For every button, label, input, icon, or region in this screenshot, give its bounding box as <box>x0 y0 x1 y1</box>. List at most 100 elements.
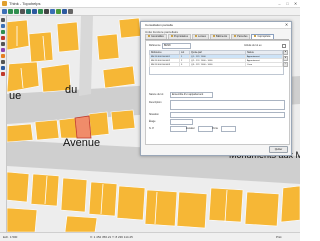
parcel <box>7 171 30 203</box>
parcel <box>116 185 146 221</box>
print-icon[interactable] <box>44 9 49 14</box>
app-icon <box>2 1 7 6</box>
tab-label: Propriétaires <box>173 35 188 38</box>
measure-icon[interactable] <box>38 9 43 14</box>
parcel <box>88 111 110 137</box>
tab-icon <box>148 35 150 38</box>
tab-icon <box>234 35 237 38</box>
tab-parcelles[interactable]: Parcelles <box>231 34 251 39</box>
tab-generalites[interactable]: Généralités <box>145 34 167 39</box>
parcel <box>64 215 98 232</box>
save-icon[interactable] <box>50 9 55 14</box>
parcel <box>34 119 60 141</box>
hand-icon[interactable] <box>1 24 5 28</box>
copropriete-panel: Référence BM18 Intitulé du lot ex. Référ… <box>145 40 290 145</box>
selected-parcel[interactable] <box>74 115 92 139</box>
tab-locaux[interactable]: Locaux <box>191 34 210 39</box>
number-label: N. P. <box>149 127 155 130</box>
table-row[interactable]: BM 18 0001 A 0003 3 Q3 - 1/2 / 1000 - 10… <box>149 62 283 67</box>
cell-lot: 3 <box>179 62 190 67</box>
tab-copropriete[interactable]: Copropriété <box>251 34 274 39</box>
left-toolbar <box>0 16 7 232</box>
marker-icon[interactable] <box>1 36 5 40</box>
tab-batiments[interactable]: Bâtiments <box>210 34 231 39</box>
parcel <box>144 189 178 227</box>
arrow-icon[interactable] <box>1 18 5 22</box>
grid-side-buttons: ▲ ▼ + <box>283 50 288 68</box>
zoom-in-icon[interactable] <box>8 9 13 14</box>
minimize-button[interactable]: – <box>277 1 282 6</box>
porte-field[interactable] <box>221 126 236 132</box>
layers-icon[interactable] <box>26 9 31 14</box>
reference-field[interactable]: BM18 <box>162 43 191 49</box>
tab-label: Locaux <box>197 35 207 38</box>
search-icon[interactable] <box>68 9 73 14</box>
number-field[interactable] <box>170 126 187 132</box>
window-title: Think - Topohelps <box>9 1 41 6</box>
parcel <box>58 117 78 139</box>
side-street <box>79 16 93 96</box>
dialog-close-button[interactable]: ✕ <box>284 22 289 27</box>
zoom-icon[interactable] <box>1 30 5 34</box>
reference-label: Référence <box>149 44 161 47</box>
nature-label: Nature du lot <box>149 93 164 96</box>
line-icon[interactable] <box>1 42 5 46</box>
main-toolbar <box>0 8 300 16</box>
street-label: Avenue <box>63 137 101 149</box>
filter-checkbox[interactable] <box>282 44 286 48</box>
coordinates-readout: X: 1 452 356.21 Y: 8 236 114.45 <box>90 235 133 239</box>
porte-label: Porte <box>212 127 218 130</box>
parcel <box>60 177 88 213</box>
stairs-label: Escalier <box>186 127 195 130</box>
move-up-button[interactable]: ▲ <box>283 50 288 55</box>
parcel <box>28 31 54 63</box>
tab-label: Parcelles <box>237 35 248 38</box>
pointer-icon[interactable] <box>2 9 7 14</box>
close-button[interactable]: ✕ <box>293 1 298 6</box>
floor-field[interactable] <box>170 119 193 125</box>
add-button[interactable]: + <box>283 62 288 67</box>
parcel <box>7 123 34 143</box>
parcel <box>110 109 136 131</box>
street-label: ue <box>9 90 22 102</box>
tab-label: Bâtiments <box>216 35 228 38</box>
move-down-button[interactable]: ▼ <box>283 56 288 61</box>
stairs-field[interactable] <box>198 126 213 132</box>
polygon-icon[interactable] <box>1 48 5 52</box>
parcel <box>96 33 120 61</box>
parcel <box>7 19 30 51</box>
status-text: Prêt <box>276 235 282 239</box>
maximize-button[interactable]: □ <box>285 1 290 6</box>
text-icon[interactable] <box>1 60 5 64</box>
parcel <box>7 207 38 232</box>
quit-button[interactable]: Quitter <box>269 146 288 153</box>
window-titlebar: Think - Topohelps – □ ✕ <box>0 0 300 8</box>
nature-field[interactable]: Ensemble d'un appartement <box>170 92 213 98</box>
refresh-icon[interactable] <box>56 9 61 14</box>
info-icon[interactable] <box>62 9 67 14</box>
tab-proprietaires[interactable]: Propriétaires <box>167 34 191 39</box>
parcel-icon[interactable] <box>1 54 5 58</box>
parcel <box>280 185 300 223</box>
cell-ref: BM 18 0001 A 0003 <box>149 62 180 67</box>
select-icon[interactable] <box>32 9 37 14</box>
zoom-out-icon[interactable] <box>14 9 19 14</box>
scale-readout: Ech. 1:500 <box>3 235 18 239</box>
info-tool-icon[interactable] <box>1 66 5 70</box>
pan-icon[interactable] <box>20 9 25 14</box>
consultation-dialog: Consultation parcelle ✕ Unité foncière p… <box>140 21 292 156</box>
filter-label: Intitulé du lot ex. <box>244 44 263 47</box>
situation-label: Situation <box>149 113 159 116</box>
description-field[interactable] <box>170 100 285 110</box>
street-label: du <box>65 84 78 96</box>
dialog-titlebar: Consultation parcelle ✕ <box>141 22 291 29</box>
window-controls: – □ ✕ <box>277 1 298 6</box>
situation-field[interactable] <box>170 112 285 118</box>
description-label: Description <box>149 101 162 104</box>
parcel <box>118 17 142 39</box>
tab-label: Généralités <box>151 35 164 38</box>
tab-label: Copropriété <box>257 35 271 38</box>
parcel <box>176 191 208 229</box>
tab-icon <box>194 35 197 38</box>
delete-icon[interactable] <box>1 72 5 76</box>
